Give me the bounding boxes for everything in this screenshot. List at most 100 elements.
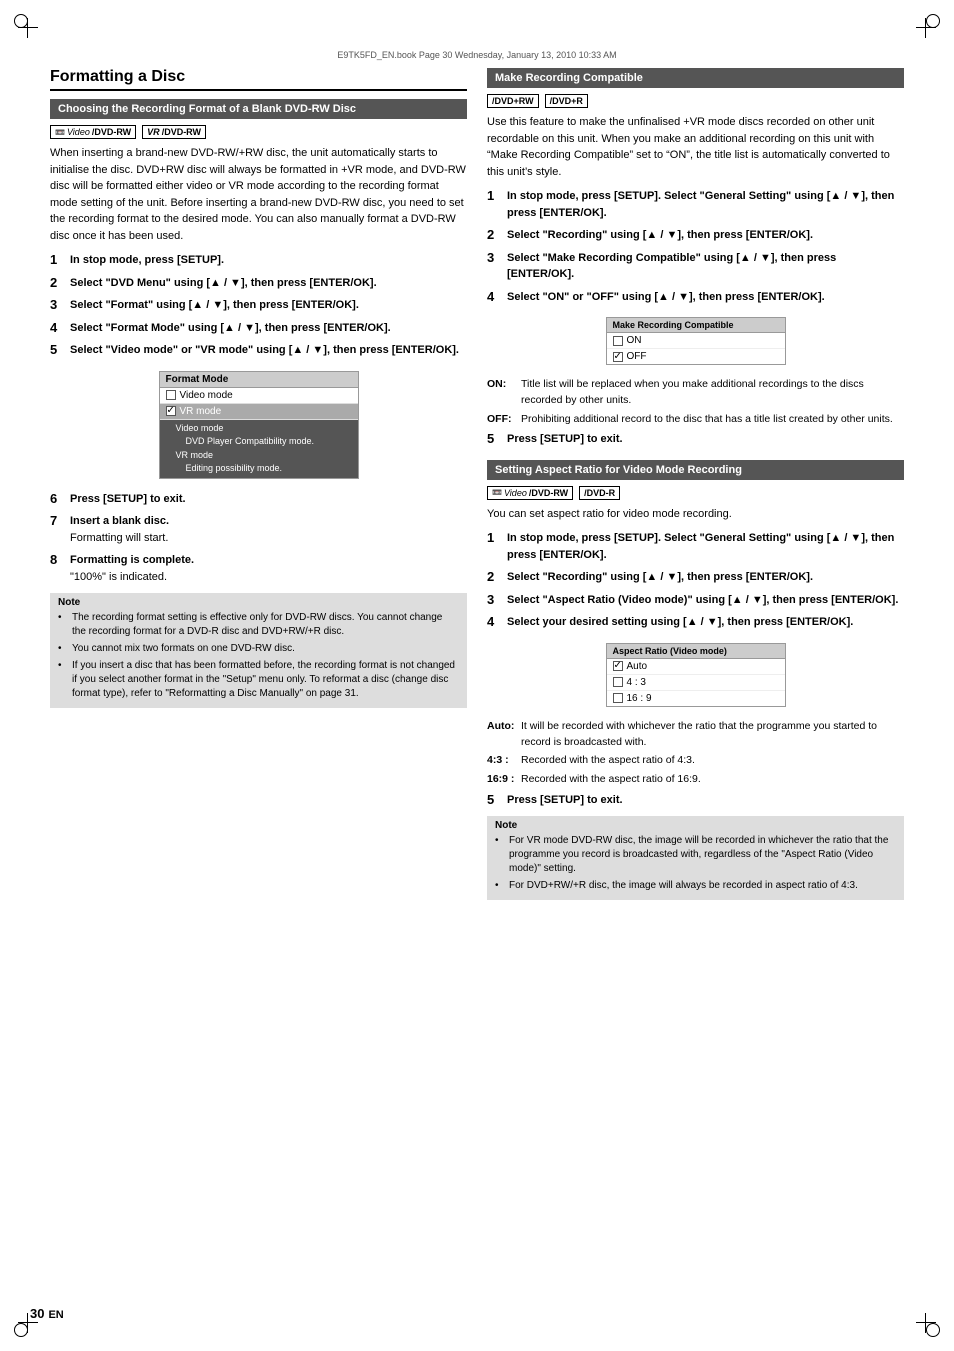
aspect-item-43: 4 : 3	[607, 675, 785, 691]
disc-badge-vr-dvdrw: VR /DVD-RW	[142, 125, 206, 139]
43-desc: Recorded with the aspect ratio of 4:3.	[521, 753, 695, 769]
page-number: 30	[30, 1306, 44, 1321]
left-note-item-3: • If you insert a disc that has been for…	[58, 659, 459, 701]
corner-circle-br	[926, 1323, 940, 1337]
disc-badge-dvd-plusr: /DVD+R	[545, 94, 588, 108]
checkbox-auto	[613, 661, 623, 671]
step-2: 2 Select "DVD Menu" using [▲ / ▼], then …	[50, 275, 467, 292]
page-footer: 30 EN	[30, 1306, 64, 1321]
mc-step-num-1: 1	[487, 188, 501, 221]
mc-step-5: 5 Press [SETUP] to exit.	[487, 431, 904, 448]
169-desc: Recorded with the aspect ratio of 16:9.	[521, 772, 701, 788]
right-note-item-2: • For DVD+RW/+R disc, the image will alw…	[495, 879, 896, 893]
ratio-169-label: 16 : 9	[627, 693, 652, 704]
compat-box: Make Recording Compatible ON OFF	[606, 317, 786, 365]
format-mode-header: Format Mode	[160, 372, 358, 388]
ratio-43-label: 4 : 3	[627, 677, 646, 688]
checkbox-169	[613, 693, 623, 703]
ar-step-1: 1 In stop mode, press [SETUP]. Select "G…	[487, 530, 904, 563]
aspect-box: Aspect Ratio (Video mode) Auto 4 : 3 16 …	[606, 643, 786, 707]
disc-badge-dvdr: /DVD-R	[579, 486, 620, 500]
step-5: 5 Select "Video mode" or "VR mode" using…	[50, 342, 467, 359]
make-compatible-steps: 1 In stop mode, press [SETUP]. Select "G…	[487, 188, 904, 305]
ratio-descriptions: Auto: It will be recorded with whichever…	[487, 719, 904, 788]
auto-label: Auto	[627, 661, 648, 672]
43-desc-line: 4:3 : Recorded with the aspect ratio of …	[487, 753, 904, 769]
right-bullet-1: •	[495, 834, 505, 876]
ar-step-text-2: Select "Recording" using [▲ / ▼], then p…	[507, 569, 813, 586]
corner-circle-tl	[14, 14, 28, 28]
right-note-item-1: • For VR mode DVD-RW disc, the image wil…	[495, 834, 896, 876]
right-column: Make Recording Compatible /DVD+RW /DVD+R…	[487, 68, 904, 900]
step-7: 7 Insert a blank disc. Formatting will s…	[50, 513, 467, 546]
mc-step-1: 1 In stop mode, press [SETUP]. Select "G…	[487, 188, 904, 221]
mc-step-text-2: Select "Recording" using [▲ / ▼], then p…	[507, 227, 813, 244]
mc-step-text-5: Press [SETUP] to exit.	[507, 431, 623, 448]
ar-step-4: 4 Select your desired setting using [▲ /…	[487, 614, 904, 631]
corner-circle-bl	[14, 1323, 28, 1337]
left-column: Formatting a Disc Choosing the Recording…	[50, 68, 467, 900]
aspect-item-auto: Auto	[607, 659, 785, 675]
format-mode-item-vr: VR mode	[160, 404, 358, 420]
right-bullet-2: •	[495, 879, 505, 893]
ar-step-2: 2 Select "Recording" using [▲ / ▼], then…	[487, 569, 904, 586]
step-num-5: 5	[50, 342, 64, 359]
disc-badge-video-dvdrw-2: 📼 Video /DVD-RW	[487, 486, 573, 500]
step-text-2: Select "DVD Menu" using [▲ / ▼], then pr…	[70, 275, 377, 292]
checkbox-43	[613, 677, 623, 687]
corner-circle-tr	[926, 14, 940, 28]
step-6: 6 Press [SETUP] to exit.	[50, 491, 467, 508]
format-mode-box: Format Mode Video mode VR mode Video mod…	[159, 371, 359, 479]
on-desc: Title list will be replaced when you mak…	[521, 377, 904, 409]
format-mode-desc: Video mode DVD Player Compatibility mode…	[160, 420, 358, 478]
make-compatible-body: Use this feature to make the unfinalised…	[487, 114, 904, 180]
step-num-6: 6	[50, 491, 64, 508]
ar-step-num-4: 4	[487, 614, 501, 631]
video-mode-label: Video mode	[180, 390, 233, 401]
disc-badge-video-dvdrw: 📼 Video /DVD-RW	[50, 125, 136, 139]
disc-badge-dvd-plusrw: /DVD+RW	[487, 94, 539, 108]
aspect-body: You can set aspect ratio for video mode …	[487, 506, 904, 523]
aspect-item-169: 16 : 9	[607, 691, 785, 706]
right-disc-icons-2: 📼 Video /DVD-RW /DVD-R	[487, 486, 904, 500]
mc-step-3: 3 Select "Make Recording Compatible" usi…	[487, 250, 904, 283]
ar-step-text-3: Select "Aspect Ratio (Video mode)" using…	[507, 592, 898, 609]
left-note-item-1: • The recording format setting is effect…	[58, 611, 459, 639]
ar-step-num-5: 5	[487, 792, 501, 809]
step-num-1: 1	[50, 252, 64, 269]
step-3: 3 Select "Format" using [▲ / ▼], then pr…	[50, 297, 467, 314]
step-text-6: Press [SETUP] to exit.	[70, 491, 186, 508]
ar-step-num-1: 1	[487, 530, 501, 563]
mc-step-4: 4 Select "ON" or "OFF" using [▲ / ▼], th…	[487, 289, 904, 306]
on-desc-line: ON: Title list will be replaced when you…	[487, 377, 904, 409]
mc-step-num-4: 4	[487, 289, 501, 306]
left-disc-icons: 📼 Video /DVD-RW VR /DVD-RW	[50, 125, 467, 139]
content-area: Formatting a Disc Choosing the Recording…	[20, 68, 934, 900]
step-text-1: In stop mode, press [SETUP].	[70, 252, 224, 269]
mc-step-2: 2 Select "Recording" using [▲ / ▼], then…	[487, 227, 904, 244]
auto-desc: It will be recorded with whichever the r…	[521, 719, 904, 751]
on-key: ON:	[487, 377, 515, 409]
auto-key: Auto:	[487, 719, 515, 751]
left-subsection-title: Choosing the Recording Format of a Blank…	[50, 99, 467, 119]
left-note-box: Note • The recording format setting is e…	[50, 593, 467, 708]
off-key: OFF:	[487, 412, 515, 428]
43-key: 4:3 :	[487, 753, 515, 769]
ar-step-text-5: Press [SETUP] to exit.	[507, 792, 623, 809]
checkbox-off	[613, 352, 623, 362]
bullet-3: •	[58, 659, 68, 701]
left-steps-6-8: 6 Press [SETUP] to exit. 7 Insert a blan…	[50, 491, 467, 586]
aspect-ratio-section-title: Setting Aspect Ratio for Video Mode Reco…	[487, 460, 904, 480]
ar-step-num-3: 3	[487, 592, 501, 609]
right-note-box: Note • For VR mode DVD-RW disc, the imag…	[487, 816, 904, 900]
aspect-box-header: Aspect Ratio (Video mode)	[607, 644, 785, 659]
format-mode-item-video: Video mode	[160, 388, 358, 404]
off-desc-line: OFF: Prohibiting additional record to th…	[487, 412, 904, 428]
left-section-title: Formatting a Disc	[50, 68, 467, 91]
compat-box-header: Make Recording Compatible	[607, 318, 785, 333]
step-num-3: 3	[50, 297, 64, 314]
mc-step-num-2: 2	[487, 227, 501, 244]
off-desc: Prohibiting additional record to the dis…	[521, 412, 893, 428]
on-label: ON	[627, 335, 642, 346]
step-8: 8 Formatting is complete. "100%" is indi…	[50, 552, 467, 585]
